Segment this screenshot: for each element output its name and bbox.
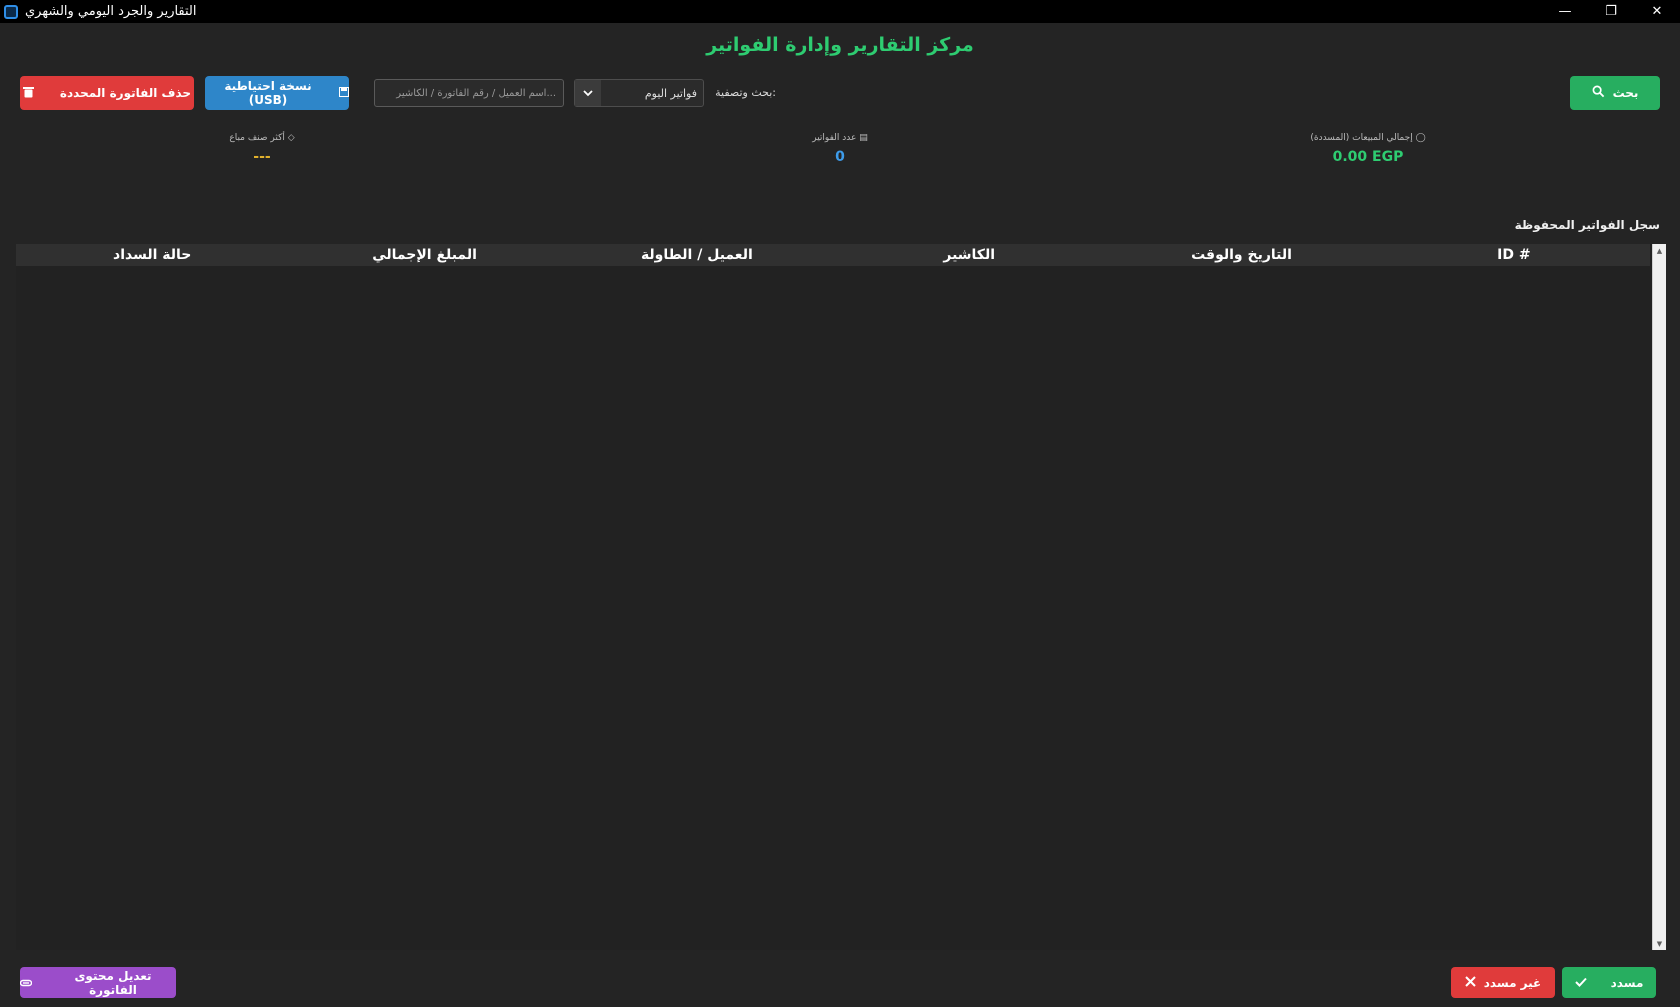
x-icon <box>1465 975 1476 990</box>
search-button[interactable]: بحث <box>1570 76 1660 110</box>
stat-invoice-count-label: ▤ عدد الفواتير <box>812 133 868 143</box>
title-bar: التقارير والجرد اليومي والشهري — ❐ ✕ <box>0 0 1680 23</box>
search-input[interactable] <box>374 79 564 107</box>
edit-invoice-label: تعديل محتوى الفاتورة <box>74 968 152 997</box>
column-header-id[interactable]: # ID <box>1378 244 1650 266</box>
column-header-datetime[interactable]: التاريخ والوقت <box>1105 244 1377 266</box>
pencil-icon <box>19 976 33 990</box>
trash-icon <box>22 86 34 101</box>
mark-paid-button[interactable]: مسدد <box>1562 967 1656 998</box>
stat-total-sales-value: 0.00 EGP <box>1332 149 1404 165</box>
mark-unpaid-label: غير مسدد <box>1483 975 1542 990</box>
window-controls: — ❐ ✕ <box>1542 0 1680 23</box>
minimize-button[interactable]: — <box>1542 0 1588 23</box>
delete-invoice-button[interactable]: حذف الفاتورة المحددة <box>20 76 194 110</box>
stat-top-item-value: --- <box>253 149 271 165</box>
scroll-down-icon[interactable]: ▼ <box>1653 937 1666 950</box>
stat-total-sales: ◯ إجمالي المبيعات (المسددة) 0.00 EGP <box>1268 133 1468 165</box>
mark-unpaid-button[interactable]: غير مسدد <box>1451 967 1555 998</box>
stat-total-sales-label: ◯ إجمالي المبيعات (المسددة) <box>1310 133 1426 143</box>
table-header: # ID التاريخ والوقت الكاشير العميل / الط… <box>16 244 1650 266</box>
column-header-total[interactable]: المبلغ الإجمالي <box>288 244 560 266</box>
restore-button[interactable]: ❐ <box>1588 0 1634 23</box>
invoices-table[interactable]: # ID التاريخ والوقت الكاشير العميل / الط… <box>16 244 1666 950</box>
check-icon <box>1574 976 1587 990</box>
stat-top-item-label: ◇ أكثر صنف مباع <box>229 133 295 143</box>
invoice-filter-select[interactable]: فواتير اليوم <box>574 79 704 107</box>
column-header-customer[interactable]: العميل / الطاولة <box>561 244 833 266</box>
filter-label: :بحث وتصفية <box>715 86 776 99</box>
section-title: سجل الفواتير المحفوظة <box>1514 218 1660 232</box>
backup-button[interactable]: نسخة احتياطية (USB) <box>205 76 349 110</box>
edit-invoice-button[interactable]: تعديل محتوى الفاتورة <box>19 967 176 998</box>
table-scrollbar[interactable]: ▲ ▼ <box>1652 244 1666 950</box>
window-title: التقارير والجرد اليومي والشهري <box>25 4 197 19</box>
chevron-down-icon[interactable] <box>575 80 601 106</box>
tag-icon: ◇ <box>287 133 295 143</box>
money-bag-icon: ◯ <box>1415 133 1426 143</box>
invoice-icon: ▤ <box>859 133 868 143</box>
delete-invoice-button-label: حذف الفاتورة المحددة <box>59 86 192 100</box>
mark-paid-label: مسدد <box>1610 975 1644 990</box>
backup-button-label: نسخة احتياطية (USB) <box>224 79 312 107</box>
stat-invoice-count: ▤ عدد الفواتير 0 <box>740 133 940 165</box>
save-icon <box>339 86 349 100</box>
scroll-up-icon[interactable]: ▲ <box>1653 244 1666 257</box>
stat-top-item: ◇ أكثر صنف مباع --- <box>162 133 362 165</box>
column-header-payment-status[interactable]: حالة السداد <box>16 244 288 266</box>
search-icon <box>1592 85 1605 101</box>
stat-invoice-count-value: 0 <box>835 149 845 165</box>
invoice-filter-value: فواتير اليوم <box>644 86 697 100</box>
search-button-label: بحث <box>1612 86 1639 100</box>
page-title: مركز التقارير وإدارة الفواتير <box>706 34 974 56</box>
close-button[interactable]: ✕ <box>1634 0 1680 23</box>
column-header-cashier[interactable]: الكاشير <box>833 244 1105 266</box>
title-bar-left: التقارير والجرد اليومي والشهري <box>0 0 197 23</box>
app-icon <box>4 4 18 19</box>
